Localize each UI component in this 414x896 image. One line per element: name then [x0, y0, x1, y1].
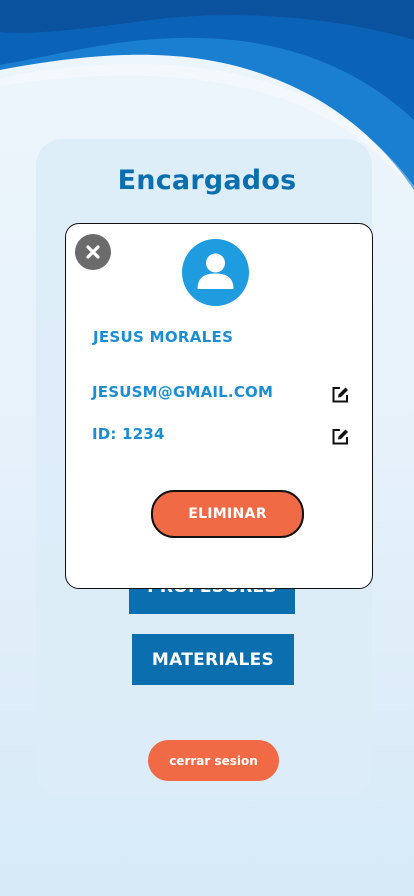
user-icon — [197, 253, 234, 289]
edit-email-icon[interactable] — [330, 385, 350, 405]
avatar — [182, 239, 249, 306]
user-name: JESUS MORALES — [93, 328, 234, 346]
user-detail-modal: JESUS MORALES JESUSM@GMAIL.COM ID: 1234 … — [65, 223, 373, 589]
logout-button[interactable]: cerrar sesion — [148, 740, 279, 781]
edit-id-icon[interactable] — [330, 427, 350, 447]
close-icon — [86, 245, 100, 259]
user-id: ID: 1234 — [92, 425, 165, 443]
page-title: Encargados — [117, 165, 297, 196]
user-email: JESUSM@GMAIL.COM — [92, 383, 274, 401]
close-button[interactable] — [75, 234, 111, 270]
delete-button[interactable]: ELIMINAR — [151, 490, 304, 538]
materiales-button[interactable]: MATERIALES — [132, 634, 294, 685]
